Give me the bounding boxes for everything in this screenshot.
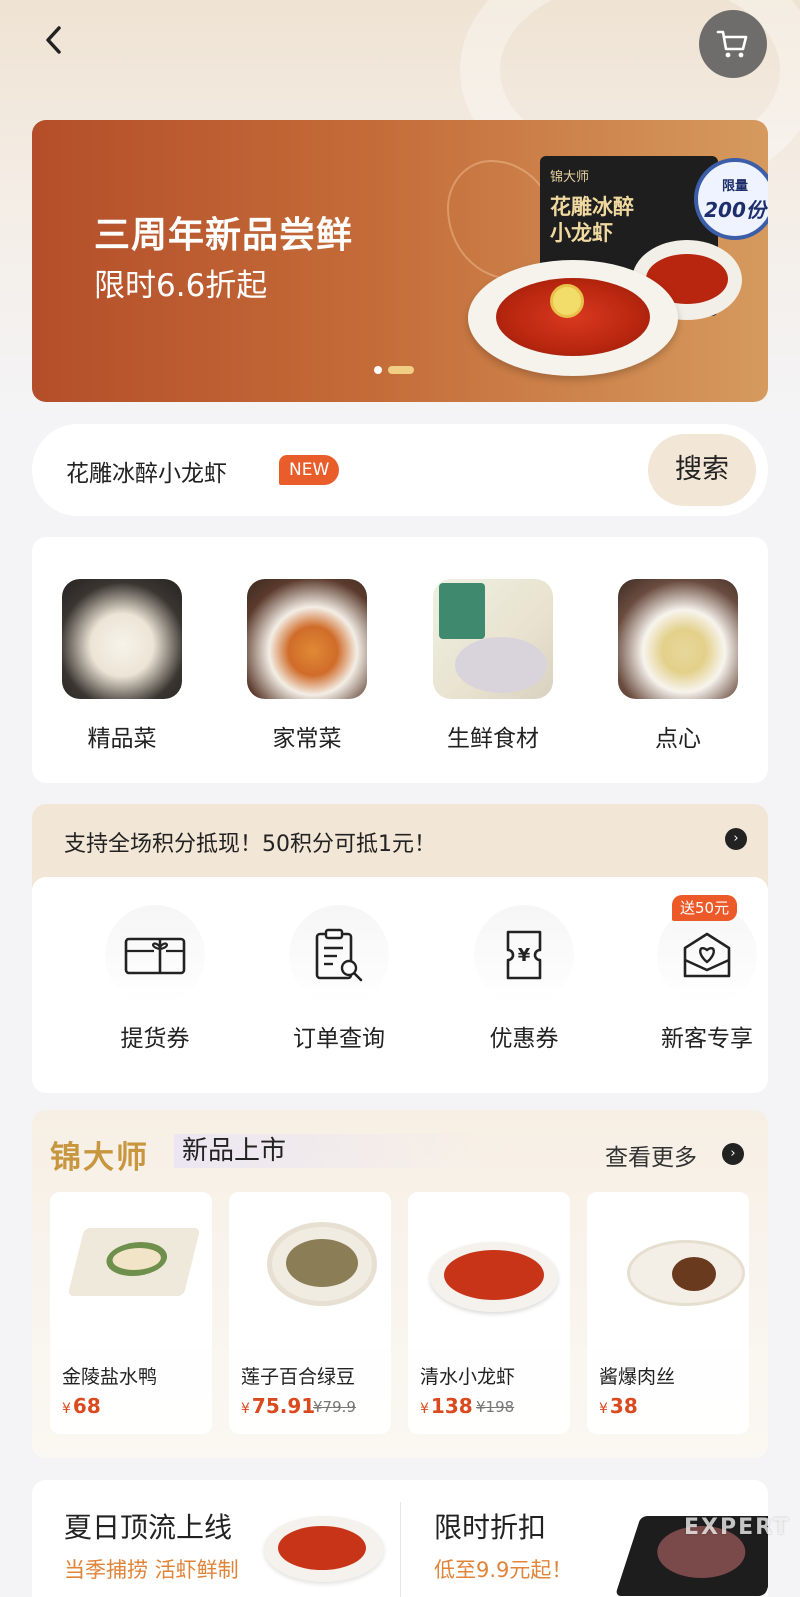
order-search-icon: [315, 928, 363, 982]
new-products-section: 锦大师 新品上市 查看更多 › 金陵盐水鸭 ¥68 莲子百合绿豆 ¥75.91 …: [32, 1110, 768, 1458]
banner-subtitle: 限时6.6折起: [94, 268, 268, 304]
coupon-icon: ¥: [506, 930, 542, 980]
product-name: 清水小龙虾: [420, 1366, 516, 1388]
product-name: 金陵盐水鸭: [62, 1366, 158, 1388]
stamp-top: 限量: [721, 179, 748, 194]
category-label: 精品菜: [87, 726, 157, 752]
product-card[interactable]: 清水小龙虾 ¥138 ¥198: [408, 1192, 570, 1434]
service-coupon[interactable]: ¥ 优惠券: [459, 905, 589, 1053]
product-image: [50, 1192, 212, 1348]
category-label: 家常菜: [272, 726, 342, 752]
category-image: [247, 579, 367, 699]
crayfish-plate-image: [468, 260, 678, 376]
product-card[interactable]: 金陵盐水鸭 ¥68: [50, 1192, 212, 1434]
product-image: [408, 1192, 570, 1348]
product-image: [229, 1192, 391, 1348]
bottom-promos: 夏日顶流上线 当季捕捞 活虾鲜制 限时折扣 低至9.9元起！: [32, 1480, 768, 1597]
box-brand: 锦大师: [550, 170, 590, 185]
box-product-name: 花雕冰醉小龙虾: [550, 195, 634, 245]
category-item-fresh[interactable]: 生鲜食材: [433, 579, 553, 753]
product-card[interactable]: 酱爆肉丝 ¥38: [587, 1192, 749, 1434]
product-card[interactable]: 莲子百合绿豆 ¥75.91 ¥79.9: [229, 1192, 391, 1434]
services-panel: 提货券 订单查询 ¥ 优惠券 新客专享 送50元: [32, 877, 768, 1093]
promo-summer-title[interactable]: 夏日顶流上线: [64, 1506, 232, 1546]
category-item-premium[interactable]: 精品菜: [62, 579, 182, 753]
carousel-indicator: [374, 366, 414, 374]
search-input[interactable]: 花雕冰醉小龙虾: [66, 454, 227, 488]
product-price: ¥75.91: [241, 1394, 316, 1418]
product-price: ¥38: [599, 1394, 638, 1418]
limited-stamp: 限量 200份: [694, 158, 768, 240]
newcomer-gift-badge: 送50元: [672, 895, 738, 921]
chevron-right-icon[interactable]: ›: [722, 1143, 744, 1165]
category-panel: 精品菜 家常菜 生鲜食材 点心: [32, 537, 768, 783]
category-label: 生鲜食材: [447, 726, 539, 752]
service-pickup-voucher[interactable]: 提货券: [90, 905, 220, 1053]
original-price: ¥198: [476, 1398, 515, 1416]
original-price: ¥79.9: [313, 1398, 356, 1416]
crayfish-image: [264, 1516, 384, 1582]
carousel-dot[interactable]: [374, 366, 382, 374]
carousel-dot-active[interactable]: [388, 366, 414, 374]
promo-summer-subtitle: 当季捕捞 活虾鲜制: [64, 1558, 239, 1582]
service-order-query[interactable]: 订单查询: [274, 905, 404, 1053]
category-item-dimsum[interactable]: 点心: [618, 579, 738, 753]
service-label: 提货券: [120, 1026, 190, 1052]
heart-envelope-icon: [683, 932, 731, 978]
product-name: 酱爆肉丝: [599, 1366, 676, 1388]
product-price: ¥138: [420, 1394, 473, 1418]
brand-logo: 锦大师: [50, 1140, 149, 1176]
stamp-main: 200份: [704, 198, 766, 222]
search-bar[interactable]: 花雕冰醉小龙虾 NEW 搜索: [32, 424, 768, 516]
category-item-home[interactable]: 家常菜: [247, 579, 367, 753]
back-button[interactable]: [36, 22, 72, 58]
category-image: [433, 579, 553, 699]
view-more-link[interactable]: 查看更多: [605, 1138, 697, 1172]
search-button[interactable]: 搜索: [648, 434, 756, 506]
service-label: 订单查询: [293, 1026, 385, 1052]
gift-card-icon: [124, 937, 186, 975]
category-image: [618, 579, 738, 699]
service-newcomer[interactable]: 新客专享: [642, 905, 772, 1053]
cart-button[interactable]: [699, 10, 767, 78]
promo-discount-title[interactable]: 限时折扣: [434, 1506, 546, 1546]
service-label: 新客专享: [661, 1026, 753, 1052]
divider: [400, 1502, 401, 1597]
banner-title: 三周年新品尝鲜: [94, 215, 354, 256]
category-label: 点心: [655, 726, 701, 752]
new-badge: NEW: [279, 455, 340, 485]
chevron-right-icon: ›: [725, 828, 747, 850]
product-image: [587, 1192, 749, 1348]
chevron-left-icon: [46, 26, 61, 54]
cart-icon: [716, 30, 748, 58]
promo-discount-subtitle: 低至9.9元起！: [434, 1558, 573, 1582]
promo-banner[interactable]: 三周年新品尝鲜 限时6.6折起 锦大师 花雕冰醉小龙虾 限量 200份: [32, 120, 768, 402]
svg-text:¥: ¥: [518, 945, 531, 966]
watermark: EXPERT: [684, 1515, 791, 1540]
section-title: 新品上市: [174, 1134, 487, 1168]
category-image: [62, 579, 182, 699]
service-label: 优惠券: [489, 1026, 559, 1052]
points-text: 支持全场积分抵现！50积分可抵1元！: [64, 832, 436, 857]
product-price: ¥68: [62, 1394, 101, 1418]
product-name: 莲子百合绿豆: [241, 1366, 356, 1388]
